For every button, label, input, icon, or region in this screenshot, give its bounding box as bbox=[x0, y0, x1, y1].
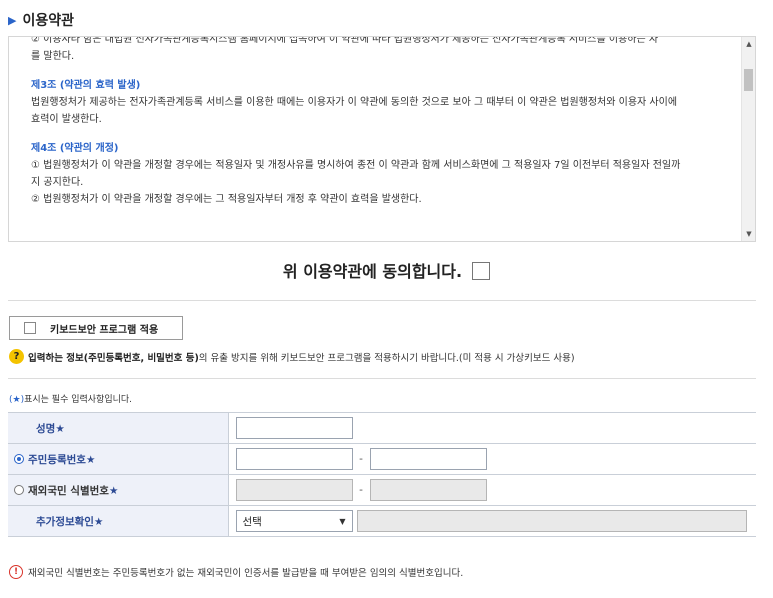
form-row-rrn: 주민등록번호★ - bbox=[8, 443, 756, 475]
name-input[interactable] bbox=[235, 417, 353, 439]
scrollbar-thumb[interactable] bbox=[744, 69, 753, 91]
keyboard-notice: ? 입력하는 정보(주민등록번호, 비밀번호 등) 의 유출 방지를 위해 키보드… bbox=[9, 349, 575, 364]
required-star: ★ bbox=[85, 453, 96, 466]
form-row-name: 성명★ bbox=[8, 412, 756, 444]
rrn-label: 주민등록번호★ bbox=[8, 443, 229, 475]
extra-info-input[interactable] bbox=[356, 510, 747, 532]
foreign-id-back-input[interactable] bbox=[369, 479, 487, 501]
required-star: ★ bbox=[108, 484, 119, 497]
divider bbox=[8, 378, 756, 379]
notice-suffix: 의 유출 방지를 위해 키보드보안 프로그램을 적용하시기 바랍니다.(미 적용… bbox=[198, 352, 575, 364]
divider bbox=[8, 300, 756, 301]
agree-checkbox[interactable] bbox=[472, 262, 491, 280]
dash-separator: - bbox=[359, 453, 363, 465]
article-3-title: 제3조 (약관의 효력 발생) bbox=[31, 80, 141, 91]
terms-line: 효력이 발생한다. bbox=[31, 114, 102, 125]
keyboard-security-checkbox[interactable] bbox=[24, 322, 36, 334]
extra-info-select[interactable]: 선택 ▼ bbox=[235, 510, 353, 532]
required-note: (★)표시는 필수 입력사항입니다. bbox=[9, 392, 132, 405]
rrn-radio[interactable] bbox=[14, 453, 24, 464]
required-star: ★ bbox=[55, 422, 65, 435]
rrn-back-input[interactable] bbox=[369, 448, 487, 470]
terms-line: ② 이용자라 함은 대법원 전자가족관계등록시스템 홈페이지에 접속하여 이 약… bbox=[31, 36, 659, 45]
foreign-id-label: 재외국민 식별번호★ bbox=[8, 474, 229, 506]
section-title: ▶ 이용약관 bbox=[8, 10, 74, 30]
scroll-up-arrow-icon[interactable]: ▲ bbox=[742, 37, 755, 51]
triangle-right-icon: ▶ bbox=[8, 13, 17, 27]
terms-line: 지 공지한다. bbox=[31, 177, 84, 188]
terms-line: ① 법원행정처가 이 약관을 개정할 경우에는 적용일자 및 개정사유를 명시하… bbox=[31, 160, 681, 171]
identity-form: 성명★ 주민등록번호★ - 재외국민 식별번호★ - 추가정보확인★ 선택 ▼ bbox=[8, 412, 756, 537]
rrn-front-input[interactable] bbox=[235, 448, 353, 470]
agree-label: 위 이용약관에 동의합니다. bbox=[282, 262, 463, 281]
keyboard-security-label: 키보드보안 프로그램 적용 bbox=[50, 324, 159, 336]
name-label: 성명★ bbox=[8, 412, 229, 444]
footer-note: ! 재외국민 식별번호는 주민등록번호가 없는 재외국민이 인증서를 발급받을 … bbox=[9, 565, 463, 579]
notice-prefix: 입력하는 정보(주민등록번호, 비밀번호 등) bbox=[28, 352, 199, 364]
required-star: (★) bbox=[9, 395, 25, 405]
foreign-id-radio[interactable] bbox=[14, 484, 24, 495]
article-4-title: 제4조 (약관의 개정) bbox=[31, 143, 119, 154]
question-icon: ? bbox=[9, 349, 24, 364]
keyboard-security-button[interactable]: 키보드보안 프로그램 적용 bbox=[9, 316, 183, 340]
footer-note-text: 재외국민 식별번호는 주민등록번호가 없는 재외국민이 인증서를 발급받을 때 … bbox=[28, 568, 464, 579]
dropdown-caret-icon: ▼ bbox=[339, 516, 346, 526]
agree-row: 위 이용약관에 동의합니다. bbox=[0, 258, 773, 282]
required-note-text: 표시는 필수 입력사항입니다. bbox=[24, 395, 133, 405]
required-star: ★ bbox=[93, 515, 104, 528]
exclamation-icon: ! bbox=[9, 565, 23, 579]
extra-info-label: 추가정보확인★ bbox=[8, 505, 229, 537]
dash-separator: - bbox=[359, 484, 363, 496]
terms-line: 법원행정처가 제공하는 전자가족관계등록 서비스를 이용한 때에는 이용자가 이… bbox=[31, 97, 678, 108]
section-title-text: 이용약관 bbox=[22, 13, 74, 29]
terms-line: ② 법원행정처가 이 약관을 개정할 경우에는 그 적용일자부터 개정 후 약관… bbox=[31, 194, 422, 205]
foreign-id-front-input[interactable] bbox=[235, 479, 353, 501]
terms-scroll-box[interactable]: ② 이용자라 함은 대법원 전자가족관계등록시스템 홈페이지에 접속하여 이 약… bbox=[8, 36, 756, 242]
scroll-down-arrow-icon[interactable]: ▼ bbox=[742, 227, 755, 241]
terms-line: 를 말한다. bbox=[31, 51, 75, 62]
form-row-foreign-id: 재외국민 식별번호★ - bbox=[8, 474, 756, 506]
terms-scrollbar[interactable]: ▲ ▼ bbox=[741, 37, 755, 241]
form-row-extra: 추가정보확인★ 선택 ▼ bbox=[8, 505, 756, 537]
terms-content: ② 이용자라 함은 대법원 전자가족관계등록시스템 홈페이지에 접속하여 이 약… bbox=[31, 36, 741, 208]
